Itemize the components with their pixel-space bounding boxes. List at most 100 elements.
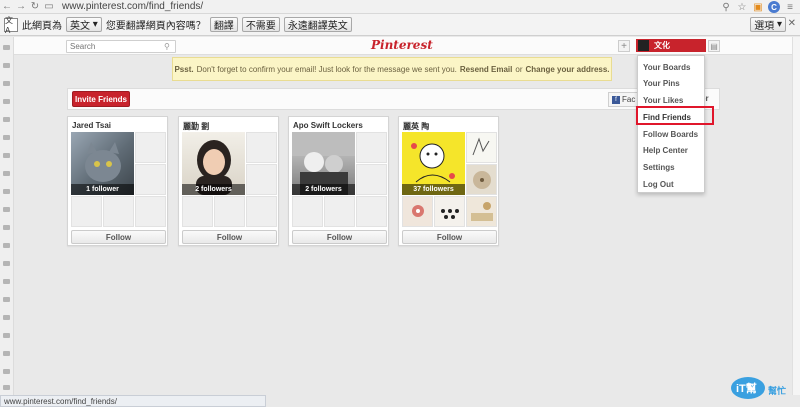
friend-photo[interactable]: 2 followers bbox=[292, 132, 355, 195]
gutter-icon bbox=[3, 297, 10, 302]
friend-name[interactable]: 麗英 陶 bbox=[403, 121, 429, 132]
menu-item-log-out[interactable]: Log Out bbox=[643, 180, 674, 189]
friend-card: 麗英 陶 37 followers Follow bbox=[398, 116, 499, 246]
scrollbar[interactable] bbox=[792, 37, 800, 395]
pinterest-header: ⚲ Pinterest + 文化 ▤ bbox=[14, 37, 800, 55]
gutter-icon bbox=[3, 243, 10, 248]
gutter-icon bbox=[3, 153, 10, 158]
follow-button[interactable]: Follow bbox=[71, 230, 166, 244]
no-translate-button[interactable]: 不需要 bbox=[241, 17, 280, 32]
left-gutter bbox=[0, 37, 14, 395]
board-thumb bbox=[402, 196, 433, 227]
resend-email-link[interactable]: Resend Email bbox=[460, 65, 512, 74]
friend-photo[interactable]: 37 followers bbox=[402, 132, 465, 195]
gutter-icon bbox=[3, 189, 10, 194]
translate-bar: 文A 此網頁為 英文 ▾ 您要翻譯網頁內容嗎？ 翻譯 不需要 永遠翻譯英文 選項… bbox=[0, 14, 800, 36]
ithome-watermark-logo: iT幫 幫忙 bbox=[730, 374, 796, 400]
options-button[interactable]: 選項 ▾ bbox=[750, 17, 786, 32]
back-icon[interactable]: ← bbox=[0, 0, 14, 14]
language-select[interactable]: 英文 ▾ bbox=[66, 17, 102, 32]
follow-button[interactable]: Follow bbox=[182, 230, 277, 244]
translate-button[interactable]: 翻譯 bbox=[209, 17, 238, 32]
reload-icon[interactable]: ↻ bbox=[28, 0, 42, 14]
search-input[interactable] bbox=[66, 40, 176, 53]
board-thumb bbox=[103, 196, 134, 227]
avatar bbox=[638, 40, 649, 51]
gutter-icon bbox=[3, 261, 10, 266]
board-thumb bbox=[135, 196, 166, 227]
menu-item-your-boards[interactable]: Your Boards bbox=[643, 63, 690, 72]
menu-item-help-center[interactable]: Help Center bbox=[643, 146, 688, 155]
menu-icon[interactable]: ≡ bbox=[784, 1, 796, 13]
menu-item-your-likes[interactable]: Your Likes bbox=[643, 96, 683, 105]
gutter-icon bbox=[3, 315, 10, 320]
always-translate-button[interactable]: 永遠翻譯英文 bbox=[283, 17, 352, 32]
follower-count: 2 followers bbox=[292, 184, 355, 195]
change-address-link[interactable]: Change your address. bbox=[526, 65, 610, 74]
translate-page-lang-label: 此網頁為 bbox=[22, 21, 62, 32]
invite-friends-button[interactable]: Invite Friends bbox=[72, 91, 130, 107]
gutter-icon bbox=[3, 369, 10, 374]
friend-name[interactable]: Jared Tsai bbox=[72, 121, 111, 130]
facebook-button[interactable]: f Fac bbox=[608, 92, 640, 107]
chevron-down-icon: ▾ bbox=[774, 19, 782, 30]
gutter-icon bbox=[3, 207, 10, 212]
menu-item-follow-boards[interactable]: Follow Boards bbox=[643, 130, 698, 139]
friend-name[interactable]: 麗勤 劉 bbox=[183, 121, 209, 132]
board-thumb bbox=[466, 132, 497, 163]
menu-item-your-pins[interactable]: Your Pins bbox=[643, 79, 680, 88]
notifications-icon[interactable]: ▤ bbox=[708, 40, 720, 52]
friend-name[interactable]: Apo Swift Lockers bbox=[293, 121, 363, 130]
url-field[interactable]: www.pinterest.com/find_friends/ bbox=[62, 1, 203, 12]
board-thumb bbox=[182, 196, 213, 227]
address-bar: ← → ↻ ▭ www.pinterest.com/find_friends/ … bbox=[0, 0, 800, 14]
follower-count: 1 follower bbox=[71, 184, 134, 195]
notice-or: or bbox=[515, 64, 523, 74]
record-thumb-icon bbox=[473, 171, 491, 189]
user-name: 文化 bbox=[654, 41, 670, 50]
chevron-down-icon: ▾ bbox=[90, 19, 98, 30]
menu-item-settings[interactable]: Settings bbox=[643, 163, 675, 172]
follow-button[interactable]: Follow bbox=[402, 230, 497, 244]
friend-card: Jared Tsai 1 follower Follow bbox=[67, 116, 168, 246]
sketch-thumb-icon bbox=[472, 137, 490, 156]
flower-thumb-icon bbox=[412, 205, 424, 217]
gutter-icon bbox=[3, 135, 10, 140]
add-button[interactable]: + bbox=[618, 40, 630, 52]
gutter-icon bbox=[3, 279, 10, 284]
pinterest-logo[interactable]: Pinterest bbox=[371, 38, 433, 52]
user-menu-button[interactable]: 文化 bbox=[636, 39, 706, 52]
board-thumb bbox=[246, 132, 277, 163]
gutter-icon bbox=[3, 81, 10, 86]
friend-photo[interactable]: 2 followers bbox=[182, 132, 245, 195]
board-thumb bbox=[246, 196, 277, 227]
board-thumb bbox=[292, 196, 323, 227]
translate-question: 您要翻譯網頁內容嗎？ bbox=[105, 21, 206, 32]
star-icon[interactable]: ☆ bbox=[736, 1, 748, 13]
svg-text:iT幫: iT幫 bbox=[736, 381, 757, 395]
gutter-icon bbox=[3, 63, 10, 68]
follow-button[interactable]: Follow bbox=[292, 230, 387, 244]
board-thumb bbox=[214, 196, 245, 227]
search-icon[interactable]: ⚲ bbox=[164, 42, 170, 51]
board-thumb bbox=[434, 196, 465, 227]
board-thumb bbox=[356, 132, 387, 163]
translate-icon: 文A bbox=[4, 16, 18, 35]
gutter-icon bbox=[3, 333, 10, 338]
notice-prefix: Psst. bbox=[174, 64, 194, 74]
friend-photo[interactable]: 1 follower bbox=[71, 132, 134, 195]
notice-message: Don't forget to confirm your email! Just… bbox=[196, 64, 457, 74]
board-thumb bbox=[356, 164, 387, 195]
watermark-icon: iT幫 幫忙 bbox=[731, 377, 786, 399]
forward-icon[interactable]: → bbox=[14, 0, 28, 14]
extension-c-icon[interactable]: C bbox=[768, 1, 780, 13]
search-icon[interactable]: ⚲ bbox=[720, 1, 732, 13]
close-icon[interactable]: ✕ bbox=[788, 18, 796, 29]
invite-bar: Invite Friends f Fac er bbox=[67, 88, 720, 110]
facebook-label: Fac bbox=[622, 95, 636, 104]
rss-icon[interactable]: ▣ bbox=[752, 1, 764, 13]
gutter-icon bbox=[3, 45, 10, 50]
board-thumb bbox=[135, 164, 166, 195]
follower-count: 2 followers bbox=[182, 184, 245, 195]
status-bar: www.pinterest.com/find_friends/ bbox=[0, 395, 266, 407]
